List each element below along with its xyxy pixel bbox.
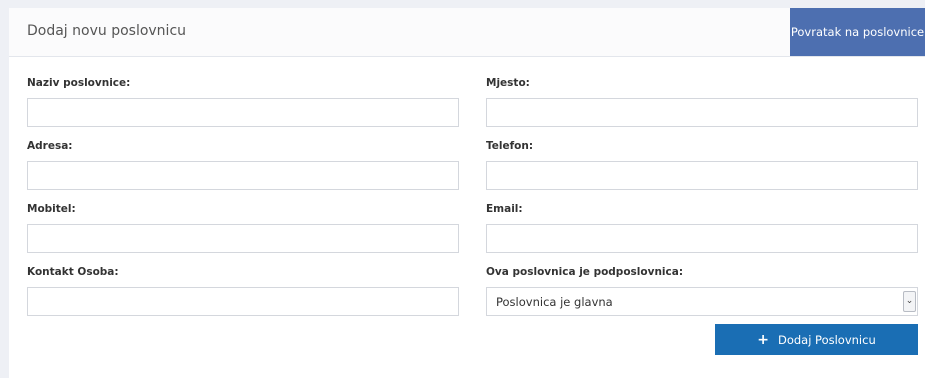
add-branch-button-label: Dodaj Poslovnicu — [777, 332, 876, 347]
panel-header: Dodaj novu poslovnicu Povratak na poslov… — [9, 8, 925, 57]
email-input[interactable] — [486, 224, 918, 253]
email-field: Email: — [486, 202, 918, 253]
contact-person-label: Kontakt Osoba: — [27, 266, 119, 278]
sub-branch-field: Ova poslovnica je podposlovnica: Poslovn… — [486, 265, 918, 316]
city-field: Mjesto: — [486, 76, 918, 127]
page-title: Dodaj novu poslovnicu — [27, 23, 187, 39]
branch-name-label: Naziv poslovnice: — [27, 77, 131, 89]
contact-person-input[interactable] — [27, 287, 459, 316]
chevron-down-icon[interactable]: ⌄ — [903, 291, 916, 312]
phone-label: Telefon: — [486, 140, 534, 152]
sub-branch-label: Ova poslovnica je podposlovnica: — [486, 266, 684, 278]
branch-name-field: Naziv poslovnice: — [27, 76, 459, 127]
form-panel: Dodaj novu poslovnicu Povratak na poslov… — [9, 8, 925, 378]
mobile-label: Mobitel: — [27, 203, 76, 215]
city-input[interactable] — [486, 98, 918, 127]
sub-branch-select-value: Poslovnica je glavna — [496, 295, 613, 309]
plus-icon: + — [757, 331, 769, 348]
address-label: Adresa: — [27, 140, 73, 152]
email-label: Email: — [486, 203, 523, 215]
phone-field: Telefon: — [486, 139, 918, 190]
sub-branch-select[interactable]: Poslovnica je glavna ⌄ — [486, 287, 918, 316]
phone-input[interactable] — [486, 161, 918, 190]
address-field: Adresa: — [27, 139, 459, 190]
mobile-input[interactable] — [27, 224, 459, 253]
back-to-branches-button[interactable]: Povratak na poslovnice — [790, 8, 925, 56]
address-input[interactable] — [27, 161, 459, 190]
mobile-field: Mobitel: — [27, 202, 459, 253]
city-label: Mjesto: — [486, 77, 530, 89]
branch-name-input[interactable] — [27, 98, 459, 127]
contact-person-field: Kontakt Osoba: — [27, 265, 459, 316]
add-branch-button[interactable]: + Dodaj Poslovnicu — [715, 324, 918, 355]
